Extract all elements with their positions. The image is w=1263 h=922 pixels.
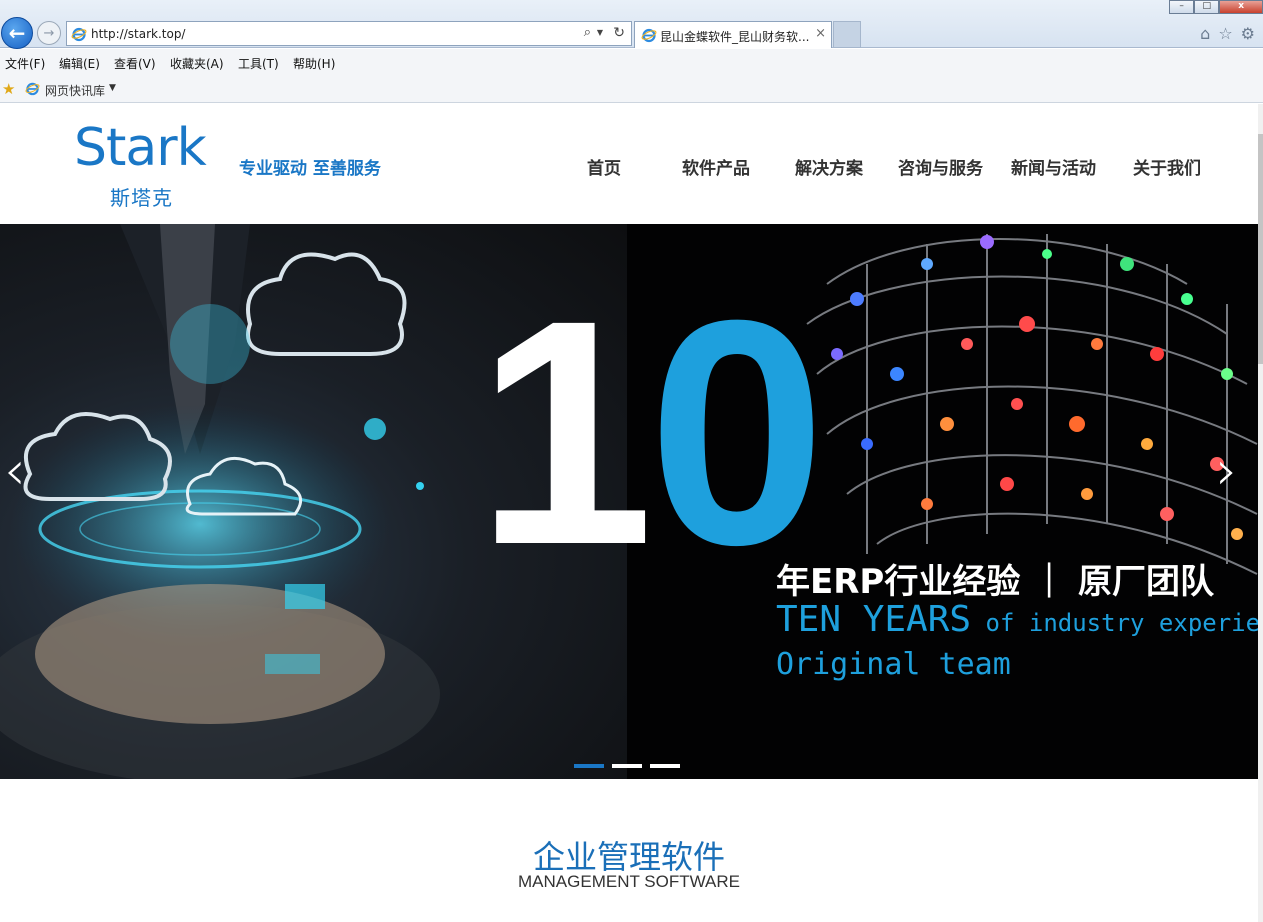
chevron-right-icon: › xyxy=(1216,439,1238,502)
chevron-down-icon[interactable]: ▼ xyxy=(597,28,603,37)
nav-home[interactable]: 首页 xyxy=(587,154,621,179)
hero-subline-en: TEN YEARS of industry experience xyxy=(776,599,1258,640)
menu-help[interactable]: 帮助(H) xyxy=(293,55,335,72)
star-icon[interactable]: ☆ xyxy=(1218,24,1232,43)
site-slogan: 专业驱动 至善服务 xyxy=(239,159,381,179)
carousel-dot-2[interactable] xyxy=(612,764,642,768)
chevron-left-icon: ‹ xyxy=(4,439,26,502)
address-bar[interactable]: http://stark.top/ ⌕ ▼ ↻ xyxy=(66,21,632,46)
menu-edit[interactable]: 编辑(E) xyxy=(59,55,100,72)
browser-titlebar: ← → http://stark.top/ ⌕ ▼ ↻ 昆山金蝶软件_昆山财务软… xyxy=(0,0,1263,49)
favorites-bar: ★ 网页快讯库 ▼ xyxy=(0,75,1263,103)
hero-subline-big: TEN YEARS xyxy=(776,599,972,640)
carousel-prev-button[interactable]: ‹ xyxy=(4,439,26,502)
home-icon[interactable]: ⌂ xyxy=(1200,24,1210,43)
window-controls: – □ x xyxy=(1169,0,1263,14)
nav-solutions[interactable]: 解决方案 xyxy=(795,154,863,179)
nav-products[interactable]: 软件产品 xyxy=(682,154,750,179)
web-slice-gallery-link[interactable]: 网页快讯库 xyxy=(45,82,105,99)
page-scrollbar[interactable] xyxy=(1258,104,1263,922)
ie-icon xyxy=(71,27,87,42)
nav-consulting[interactable]: 咨询与服务 xyxy=(898,154,983,179)
site-logo-cn[interactable]: 斯塔克 xyxy=(110,182,173,211)
hero-digit-one: 1 xyxy=(476,253,654,611)
hero-headline: 年ERP行业经验 ｜ 原厂团队 xyxy=(776,562,1214,602)
new-tab-button[interactable] xyxy=(833,21,861,48)
tab-current[interactable]: 昆山金蝶软件_昆山财务软... × xyxy=(634,21,832,48)
hero-subline-small: of industry experience xyxy=(985,609,1258,637)
menu-favorites[interactable]: 收藏夹(A) xyxy=(170,55,224,72)
menu-view[interactable]: 查看(V) xyxy=(114,55,156,72)
carousel-next-button[interactable]: › xyxy=(1216,439,1238,502)
back-arrow-icon: ← xyxy=(8,21,26,45)
carousel-indicators xyxy=(574,764,680,768)
ie-icon xyxy=(641,28,657,43)
forward-button[interactable]: → xyxy=(37,21,61,45)
hero-carousel: 1 0 年ERP行业经验 ｜ 原厂团队 TEN YEARS of industr… xyxy=(0,224,1258,779)
site-logo[interactable]: Stark xyxy=(74,118,207,178)
toolbar-icons: ⌂ ☆ ⚙ xyxy=(1200,24,1255,43)
gear-icon[interactable]: ⚙ xyxy=(1241,24,1255,43)
nav-about[interactable]: 关于我们 xyxy=(1133,154,1201,179)
hero-digit-zero: 0 xyxy=(648,253,826,611)
close-icon[interactable]: × xyxy=(815,26,826,41)
hero-subline-team: Original team xyxy=(776,647,1011,682)
section-subtitle: MANAGEMENT SOFTWARE xyxy=(518,872,740,891)
carousel-dot-1[interactable] xyxy=(574,764,604,768)
menu-file[interactable]: 文件(F) xyxy=(5,55,45,72)
favorites-star-icon[interactable]: ★ xyxy=(2,80,15,98)
menu-tools[interactable]: 工具(T) xyxy=(238,55,279,72)
maximize-button[interactable]: □ xyxy=(1194,0,1220,14)
back-button[interactable]: ← xyxy=(1,17,33,49)
scrollbar-thumb[interactable] xyxy=(1258,134,1263,364)
url-text[interactable]: http://stark.top/ xyxy=(91,27,185,41)
tab-title: 昆山金蝶软件_昆山财务软... xyxy=(660,30,810,44)
search-icon[interactable]: ⌕ xyxy=(584,25,591,40)
close-window-button[interactable]: x xyxy=(1219,0,1263,14)
nav-news[interactable]: 新闻与活动 xyxy=(1011,154,1096,179)
carousel-dot-3[interactable] xyxy=(650,764,680,768)
minimize-button[interactable]: – xyxy=(1169,0,1195,14)
forward-arrow-icon: → xyxy=(43,25,55,41)
refresh-icon[interactable]: ↻ xyxy=(613,25,625,41)
menu-bar: 文件(F) 编辑(E) 查看(V) 收藏夹(A) 工具(T) 帮助(H) xyxy=(0,49,1263,75)
ie-icon xyxy=(25,82,40,96)
chevron-down-icon[interactable]: ▼ xyxy=(109,83,116,93)
web-page: Stark 斯塔克 专业驱动 至善服务 首页 软件产品 解决方案 咨询与服务 新… xyxy=(0,104,1258,922)
